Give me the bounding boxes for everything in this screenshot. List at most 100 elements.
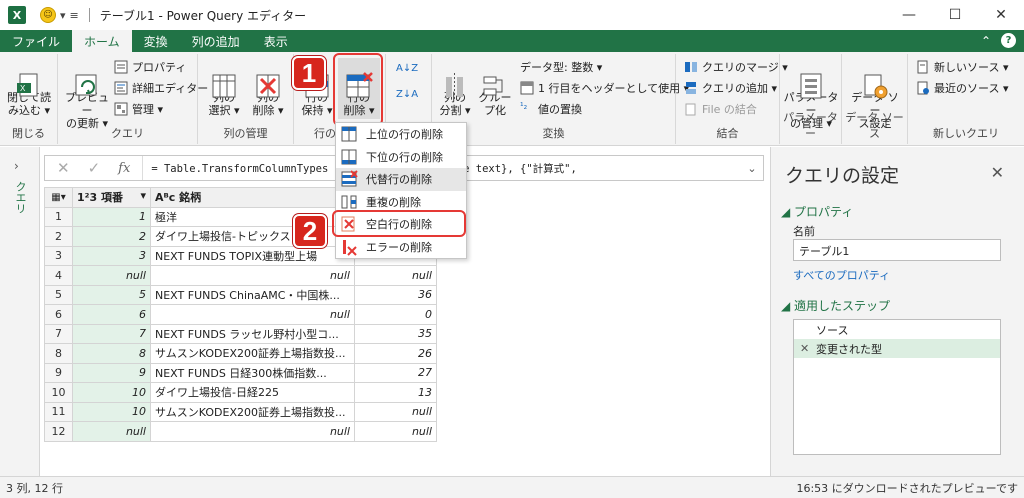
minimize-button[interactable]: — <box>886 0 932 30</box>
cell-value[interactable]: 27 <box>354 362 437 383</box>
tab-file[interactable]: ファイル <box>0 30 73 52</box>
table-row[interactable]: 4 null null null <box>44 265 437 286</box>
tab-transform[interactable]: 変換 <box>132 30 180 52</box>
cell-name[interactable]: null <box>150 265 355 286</box>
use-first-row-header-button[interactable]: 1 行目をヘッダーとして使用 ▾ <box>520 80 689 96</box>
table-row[interactable]: 11 10 サムスンKODEX200証券上場指数投... null <box>44 401 437 422</box>
cell-number[interactable]: 10 <box>72 382 151 403</box>
sort-descending-button[interactable]: Z↓A <box>396 86 418 102</box>
cell-value[interactable]: 0 <box>354 304 437 325</box>
split-column-button[interactable]: 列の 分割 ▾ <box>436 58 474 117</box>
row-number[interactable]: 3 <box>44 245 73 266</box>
column-header-number[interactable]: 1²3 項番 ▾ <box>72 187 151 208</box>
cell-number[interactable]: 7 <box>72 323 151 344</box>
applied-steps-section-label[interactable]: ◢ 適用したステップ <box>781 297 890 314</box>
table-row[interactable]: 9 9 NEXT FUNDS 日経300株価指数... 27 <box>44 362 437 383</box>
row-number[interactable]: 2 <box>44 226 73 247</box>
menu-remove-errors[interactable]: エラーの削除 <box>336 236 466 259</box>
table-row[interactable]: 7 7 NEXT FUNDS ラッセル野村小型コ... 35 <box>44 323 437 344</box>
row-number[interactable]: 1 <box>44 206 73 227</box>
group-by-button[interactable]: グルー プ化 <box>476 58 514 117</box>
cell-value[interactable]: null <box>354 421 437 442</box>
row-number[interactable]: 4 <box>44 265 73 286</box>
step-item-source[interactable]: ソース <box>794 320 1000 339</box>
cell-value[interactable]: 35 <box>354 323 437 344</box>
cell-name[interactable]: ダイワ上場投信-日経225 <box>150 382 355 403</box>
cell-number[interactable]: 10 <box>72 401 151 422</box>
properties-button[interactable]: プロパティ <box>114 59 208 75</box>
cell-name[interactable]: NEXT FUNDS ラッセル野村小型コ... <box>150 323 355 344</box>
cell-value[interactable]: 26 <box>354 343 437 364</box>
cell-number[interactable]: 2 <box>72 226 151 247</box>
cell-name[interactable]: サムスンKODEX200証券上場指数投... <box>150 401 355 422</box>
help-icon[interactable]: ? <box>1001 33 1016 48</box>
formula-cancel-icon[interactable]: ✕ <box>57 159 70 177</box>
cell-number[interactable]: 1 <box>72 206 151 227</box>
dropdown-arrow-icon[interactable]: ▾ <box>60 9 66 22</box>
step-item-changed-type[interactable]: ✕ 変更された型 <box>794 339 1000 358</box>
remove-columns-button[interactable]: 列の 削除 ▾ <box>248 58 288 117</box>
tab-home[interactable]: ホーム <box>72 30 132 52</box>
cell-value[interactable]: 36 <box>354 284 437 305</box>
cell-number[interactable]: 5 <box>72 284 151 305</box>
expand-formula-icon[interactable]: ⌄ <box>741 162 763 175</box>
formula-confirm-icon[interactable]: ✓ <box>88 159 101 177</box>
tab-view[interactable]: 表示 <box>252 30 300 52</box>
cell-number[interactable]: 8 <box>72 343 151 364</box>
cell-number[interactable]: 9 <box>72 362 151 383</box>
cell-number[interactable]: null <box>72 421 151 442</box>
cell-name[interactable]: null <box>150 304 355 325</box>
tab-add-column[interactable]: 列の追加 <box>180 30 252 52</box>
row-number[interactable]: 6 <box>44 304 73 325</box>
menu-remove-bottom-rows[interactable]: 下位の行の削除 <box>336 146 466 169</box>
table-row[interactable]: 6 6 null 0 <box>44 304 437 325</box>
cell-value[interactable]: 13 <box>354 382 437 403</box>
combine-files-button[interactable]: File の結合 <box>684 101 788 117</box>
collapse-ribbon-icon[interactable]: ⌃ <box>981 34 991 48</box>
table-row[interactable]: 10 10 ダイワ上場投信-日経225 13 <box>44 382 437 403</box>
row-number[interactable]: 7 <box>44 323 73 344</box>
row-number[interactable]: 9 <box>44 362 73 383</box>
replace-values-button[interactable]: ¹₂ 値の置換 <box>520 101 689 117</box>
column-header-name[interactable]: Aᴮc 銘柄 <box>150 187 355 208</box>
table-row[interactable]: 8 8 サムスンKODEX200証券上場指数投... 26 <box>44 343 437 364</box>
menu-remove-top-rows[interactable]: 上位の行の削除 <box>336 123 466 146</box>
cell-number[interactable]: 3 <box>72 245 151 266</box>
close-and-load-button[interactable]: X 閉じて読 み込む ▾ <box>6 58 52 117</box>
close-window-button[interactable]: ✕ <box>978 0 1024 30</box>
cell-number[interactable]: null <box>72 265 151 286</box>
insert-function-icon[interactable]: fx <box>118 161 130 176</box>
cell-name[interactable]: null <box>150 421 355 442</box>
smiley-feedback-icon[interactable]: ☺ <box>40 7 56 23</box>
data-type-dropdown[interactable]: データ型: 整数 ▾ <box>520 59 689 75</box>
cell-name[interactable]: サムスンKODEX200証券上場指数投... <box>150 343 355 364</box>
step-delete-icon[interactable]: ✕ <box>800 342 810 355</box>
row-number[interactable]: 8 <box>44 343 73 364</box>
grid-corner-menu[interactable]: ▦▾ <box>44 187 73 208</box>
query-name-input[interactable]: テーブル1 <box>793 239 1001 261</box>
cell-value[interactable]: null <box>354 401 437 422</box>
cell-name[interactable]: NEXT FUNDS ChinaAMC・中国株... <box>150 284 355 305</box>
table-row[interactable]: 5 5 NEXT FUNDS ChinaAMC・中国株... 36 <box>44 284 437 305</box>
expand-chevron-icon[interactable]: › <box>14 159 19 173</box>
new-source-button[interactable]: 新しいソース ▾ <box>916 59 1008 75</box>
append-queries-button[interactable]: クエリの追加 ▾ <box>684 80 788 96</box>
manage-button[interactable]: 管理 ▾ <box>114 101 208 117</box>
cell-number[interactable]: 6 <box>72 304 151 325</box>
queries-nav-collapsed[interactable]: › クエリ <box>0 147 40 476</box>
customize-toolbar-icon[interactable]: ≡ <box>70 9 79 22</box>
table-row[interactable]: 12 null null null <box>44 421 437 442</box>
menu-remove-alternate-rows[interactable]: 代替行の削除 <box>336 168 466 191</box>
cell-name[interactable]: NEXT FUNDS 日経300株価指数... <box>150 362 355 383</box>
row-number[interactable]: 12 <box>44 421 73 442</box>
maximize-button[interactable]: ☐ <box>932 0 978 30</box>
properties-section-label[interactable]: ◢ プロパティ <box>781 203 853 220</box>
row-number[interactable]: 5 <box>44 284 73 305</box>
cell-value[interactable]: null <box>354 265 437 286</box>
cell-name[interactable]: NEXT FUNDS TOPIX連動型上場 <box>150 245 355 266</box>
close-pane-icon[interactable]: ✕ <box>991 163 1004 182</box>
refresh-preview-button[interactable]: プレビュー の更新 ▾ <box>62 58 112 130</box>
choose-columns-button[interactable]: 列の 選択 ▾ <box>204 58 244 117</box>
advanced-editor-button[interactable]: 詳細エディター <box>114 80 208 96</box>
row-number[interactable]: 10 <box>44 382 73 403</box>
